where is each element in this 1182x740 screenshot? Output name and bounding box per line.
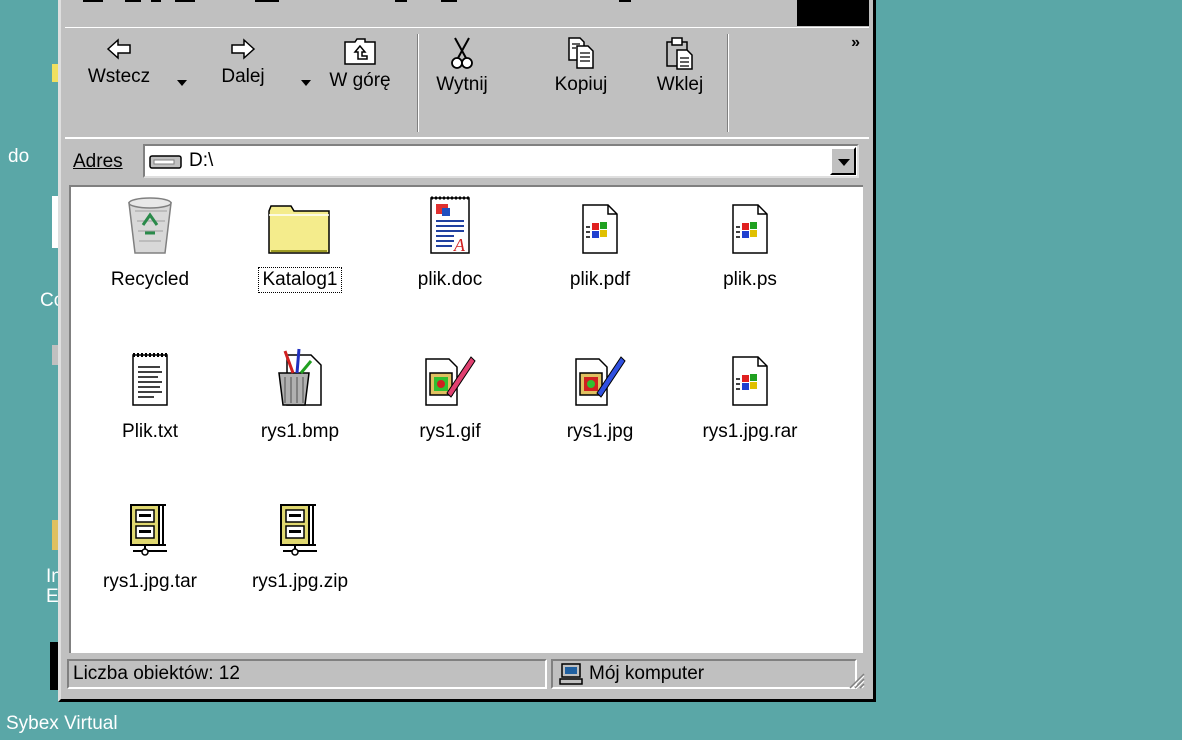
status-location-pane: Mój komputer — [551, 659, 857, 689]
status-location: Mój komputer — [589, 663, 705, 684]
back-label: Wstecz — [87, 66, 151, 87]
file-name[interactable]: rys1.bmp — [259, 421, 341, 443]
windows-logo-box — [797, 0, 869, 26]
address-dropdown-button[interactable] — [830, 147, 856, 175]
file-item[interactable]: plik.pdf — [525, 193, 675, 291]
back-button[interactable]: Wstecz — [73, 36, 165, 88]
file-name[interactable]: rys1.jpg.tar — [101, 571, 199, 593]
file-item[interactable]: rys1.jpg.rar — [675, 345, 825, 443]
copy-label: Kopiuj — [554, 74, 608, 95]
copy-button[interactable]: Kopiuj — [541, 36, 621, 96]
file-item[interactable]: rys1.gif — [375, 345, 525, 443]
folder-icon — [268, 205, 330, 254]
desktop-label-e[interactable]: E — [46, 586, 59, 608]
forward-button[interactable]: Dalej — [205, 36, 281, 88]
up-button[interactable]: W górę — [317, 36, 403, 92]
desktop-icon-fragment — [50, 642, 58, 690]
desktop-label-do[interactable]: do — [8, 146, 29, 168]
forward-dropdown-arrow[interactable] — [301, 80, 311, 86]
file-name[interactable]: Plik.txt — [120, 421, 180, 443]
desktop-label-sybex[interactable]: Sybex Virtual — [6, 713, 118, 735]
file-name[interactable]: rys1.gif — [417, 421, 482, 443]
file-name[interactable]: Katalog1 — [258, 267, 342, 293]
paint-file-icon — [278, 348, 322, 406]
image-file-icon — [575, 356, 626, 406]
archive-icon — [130, 504, 167, 556]
standard-toolbar: Wstecz Dalej W górę Wytnij Kopiuj Wklej … — [65, 27, 869, 138]
file-name[interactable]: plik.ps — [721, 269, 779, 291]
file-name[interactable]: Recycled — [109, 269, 191, 291]
forward-arrow-icon — [231, 38, 256, 60]
folder-up-icon — [344, 38, 376, 65]
svg-text:A: A — [453, 235, 466, 255]
address-field[interactable]: D:\ — [143, 144, 859, 178]
text-file-icon — [132, 353, 168, 406]
status-bar: Liczba obiektów: 12 Mój komputer — [65, 657, 869, 693]
file-name[interactable]: plik.pdf — [568, 269, 632, 291]
cut-label: Wytnij — [436, 74, 488, 95]
file-list-view[interactable]: Recycled Katalog1 A plik.doc plik.pdf pl… — [69, 185, 863, 653]
file-item[interactable]: Katalog1 — [225, 193, 375, 293]
back-arrow-icon — [106, 38, 131, 60]
file-name[interactable]: rys1.jpg — [565, 421, 636, 443]
scissors-icon — [451, 37, 473, 69]
file-item[interactable]: Recycled — [75, 193, 225, 291]
paste-button[interactable]: Wklej — [645, 36, 715, 96]
windows-file-icon — [732, 356, 768, 406]
toolbar-more-chevron[interactable]: » — [851, 34, 860, 52]
cut-button[interactable]: Wytnij — [427, 36, 497, 96]
file-item[interactable]: rys1.jpg — [525, 345, 675, 443]
drive-icon — [149, 155, 182, 169]
recycle-bin-icon — [128, 197, 172, 254]
back-dropdown-arrow[interactable] — [177, 80, 187, 86]
file-item[interactable]: rys1.jpg.zip — [225, 495, 375, 593]
windows-file-icon — [732, 204, 768, 254]
address-label: Adres — [73, 151, 123, 173]
file-name[interactable]: plik.doc — [416, 269, 484, 291]
file-item[interactable]: A plik.doc — [375, 193, 525, 291]
file-item[interactable]: rys1.bmp — [225, 345, 375, 443]
address-label-text: Adres — [73, 151, 123, 172]
paste-label: Wklej — [656, 74, 704, 95]
resize-grip-icon[interactable] — [847, 671, 865, 689]
file-name[interactable]: rys1.jpg.rar — [700, 421, 799, 443]
menu-bar — [65, 0, 869, 27]
windows-file-icon — [582, 204, 618, 254]
file-item[interactable]: rys1.jpg.tar — [75, 495, 225, 593]
address-bar: Adres D:\ — [65, 137, 869, 185]
status-count-pane: Liczba obiektów: 12 — [67, 659, 547, 689]
toolbar-separator — [417, 34, 419, 132]
file-name[interactable]: rys1.jpg.zip — [250, 571, 350, 593]
file-item[interactable]: Plik.txt — [75, 345, 225, 443]
file-item[interactable]: plik.ps — [675, 193, 825, 291]
status-count: Liczba obiektów: 12 — [73, 663, 240, 684]
toolbar-separator — [727, 34, 729, 132]
forward-label: Dalej — [221, 66, 265, 87]
up-label: W górę — [329, 70, 391, 91]
archive-icon — [280, 504, 317, 556]
explorer-window: Wstecz Dalej W górę Wytnij Kopiuj Wklej … — [58, 0, 876, 702]
copy-icon — [568, 37, 594, 69]
word-document-icon: A — [430, 196, 470, 255]
image-file-icon — [425, 356, 476, 406]
computer-icon — [559, 663, 583, 685]
address-value[interactable]: D:\ — [189, 150, 213, 172]
clipboard-paste-icon — [666, 37, 693, 70]
